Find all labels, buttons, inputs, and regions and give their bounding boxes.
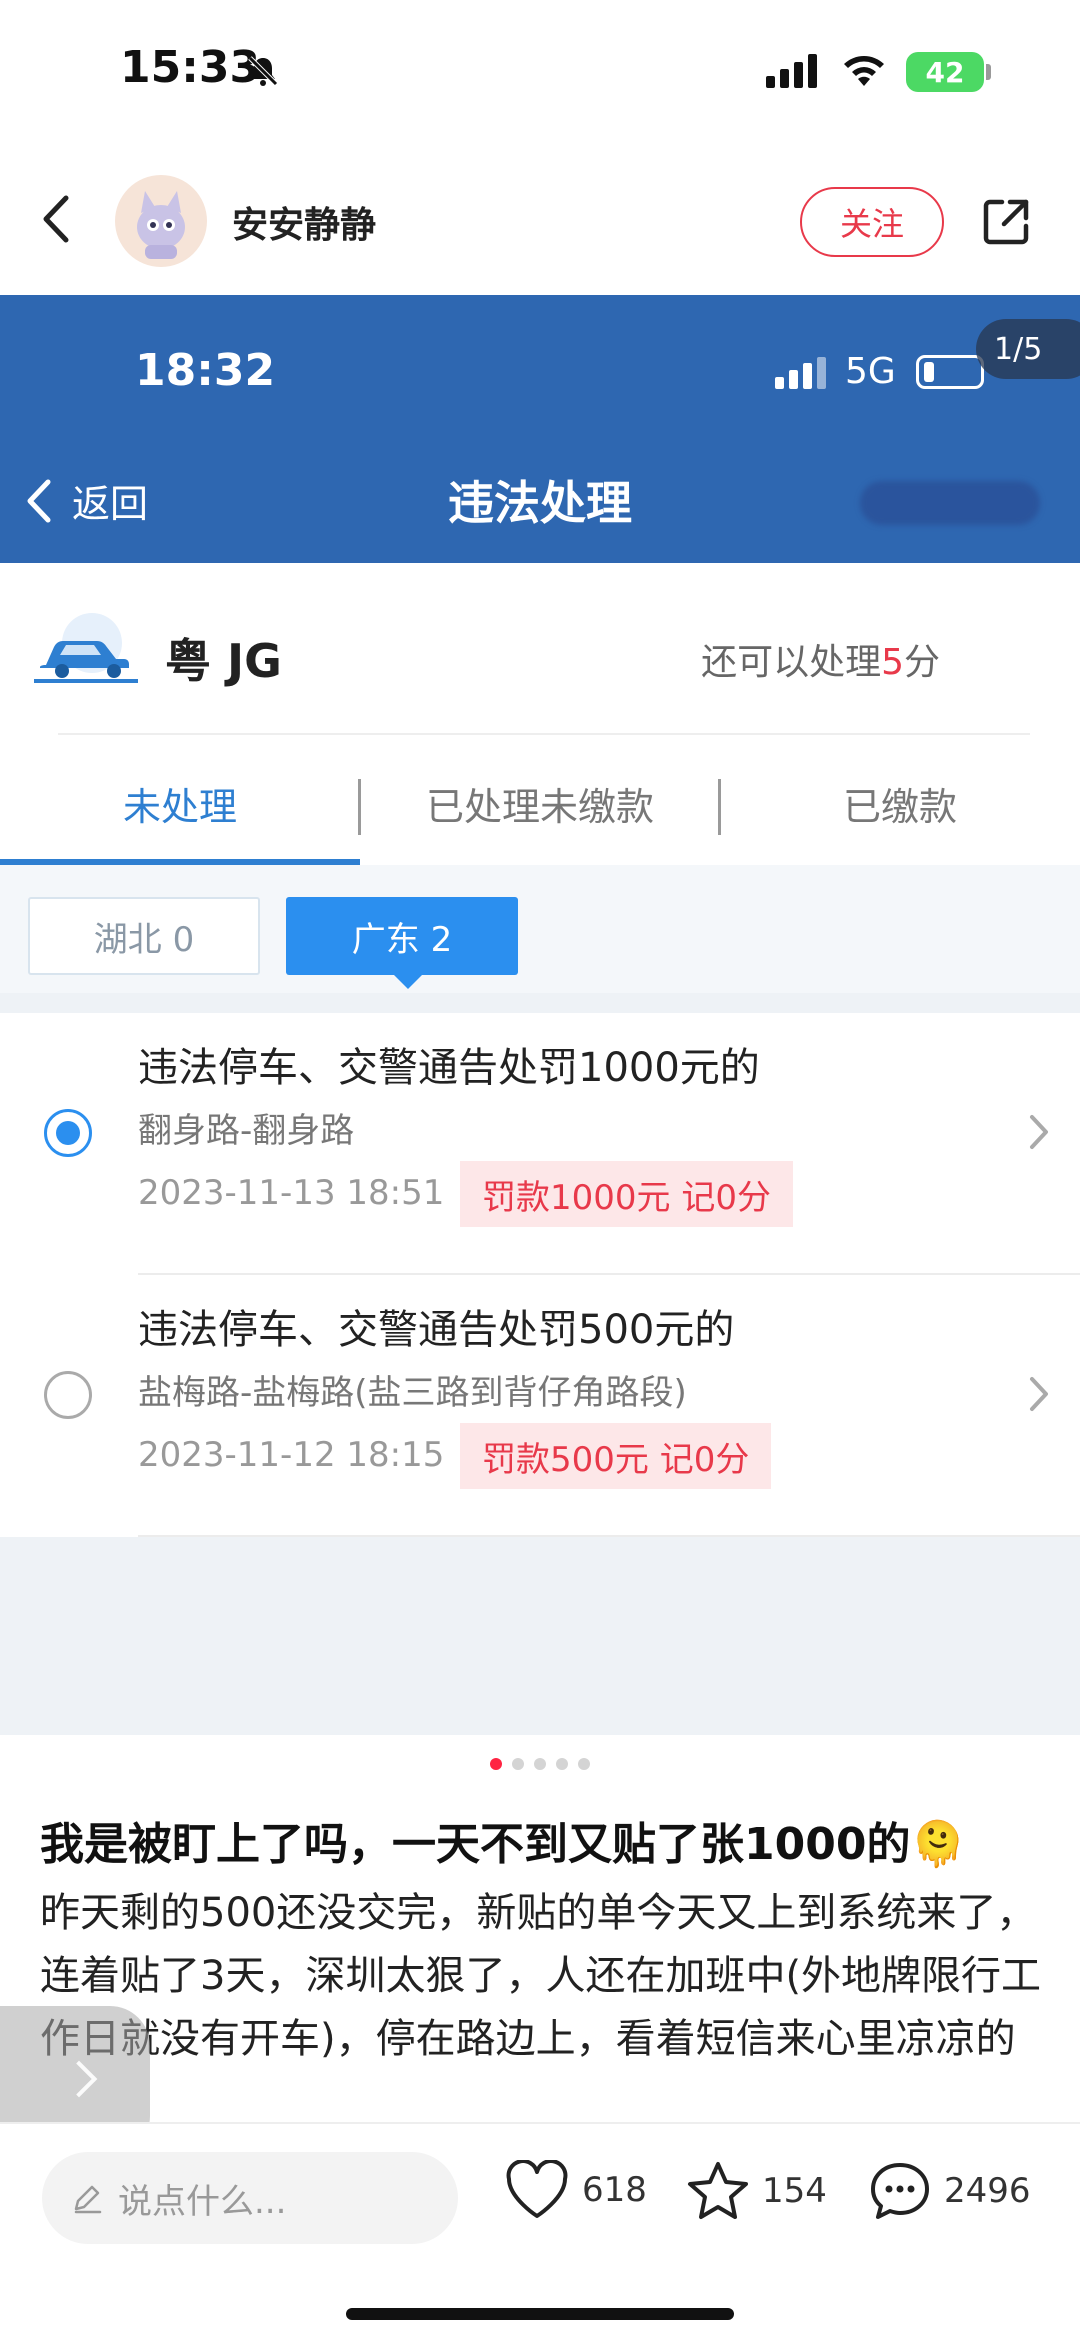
author-name[interactable]: 安安静静 [232, 196, 376, 248]
status-bar: 15:33 42 [0, 0, 1080, 150]
collect-button[interactable]: 154 [686, 2160, 827, 2222]
inner-signal-icon [775, 357, 829, 393]
province-filter: 湖北 0 广东 2 [0, 865, 1080, 993]
divider [138, 1535, 1080, 1537]
comment-placeholder: 说点什么... [118, 2181, 287, 2222]
heart-icon [506, 2160, 568, 2218]
post-body: 昨天剩的500还没交完，新贴的单今天又上到系统来了，连着贴了3天，深圳太狠了，人… [40, 1890, 1042, 2062]
remaining-suffix: 分 [903, 642, 940, 683]
violation-list: 违法停车、交警通告处罚1000元的 翻身路-翻身路 2023-11-13 18:… [0, 1013, 1080, 1537]
avatar[interactable] [115, 175, 207, 267]
violation-item: 违法停车、交警通告处罚1000元的 翻身路-翻身路 2023-11-13 18:… [0, 1013, 1080, 1275]
like-button[interactable]: 618 [504, 2160, 647, 2220]
violation-item: 违法停车、交警通告处罚500元的 盐梅路-盐梅路(盐三路到背仔角路段) 2023… [0, 1275, 1080, 1537]
license-plate: 粤 JG [165, 634, 282, 688]
remaining-points-value: 5 [881, 642, 904, 683]
comment-input[interactable]: 说点什么... [42, 2152, 458, 2244]
carousel-indicator [0, 1758, 1080, 1770]
cellular-signal-icon [766, 54, 822, 92]
inner-battery-icon [916, 355, 984, 389]
chevron-right-icon [1028, 1375, 1050, 1417]
status-time: 15:33 [120, 42, 261, 93]
violation-datetime: 2023-11-13 18:51 [138, 1173, 445, 1213]
inner-status-time: 18:32 [135, 345, 276, 396]
violation-title: 违法停车、交警通告处罚1000元的 [138, 1045, 760, 1091]
status-tabs: 未处理 已处理未缴款 已缴款 [0, 741, 1080, 865]
image-counter: 1/5 [976, 319, 1080, 379]
post-image[interactable]: 18:32 5G 1/5 返回 违法处理 粤 JG 还可以处理5分 未处理 已处… [0, 295, 1080, 1735]
remaining-points: 还可以处理5分 [701, 633, 940, 685]
province-guangdong: 广东 2 [286, 897, 518, 989]
battery-icon: 42 [906, 52, 984, 92]
share-icon[interactable] [980, 196, 1032, 252]
wifi-icon [840, 52, 888, 92]
carousel-dot [534, 1758, 546, 1770]
vehicle-row: 粤 JG 还可以处理5分 [0, 563, 1080, 741]
violation-datetime: 2023-11-12 18:15 [138, 1435, 445, 1475]
comment-count: 2496 [944, 2171, 1031, 2211]
violation-title: 违法停车、交警通告处罚500元的 [138, 1307, 735, 1353]
radio-unselected-icon [44, 1371, 92, 1419]
bell-muted-icon [246, 54, 280, 92]
carousel-dot-active [490, 1758, 502, 1770]
blurred-region [860, 481, 1040, 525]
radio-selected-icon [44, 1109, 92, 1157]
violation-location: 翻身路-翻身路 [138, 1111, 355, 1151]
carousel-dot [512, 1758, 524, 1770]
tab-paid: 已缴款 [842, 784, 957, 829]
star-icon [688, 2162, 748, 2219]
battery-tip [986, 64, 991, 80]
comment-button[interactable]: 2496 [868, 2160, 1031, 2222]
post-title: 我是被盯上了吗，一天不到又贴了张1000的🫠 [40, 1819, 966, 1870]
tab-unprocessed: 未处理 [0, 741, 360, 865]
post-header: 安安静静 关注 [0, 150, 1080, 295]
follow-button[interactable]: 关注 [800, 187, 944, 257]
back-icon[interactable] [40, 194, 70, 248]
divider [58, 733, 1030, 735]
inner-network-label: 5G [845, 351, 896, 392]
fine-badge: 罚款500元 记0分 [460, 1423, 772, 1489]
car-icon [30, 607, 140, 701]
province-hubei: 湖北 0 [28, 897, 260, 975]
bottom-action-bar: 说点什么... 618 154 2496 [0, 2122, 1080, 2341]
carousel-dot [556, 1758, 568, 1770]
chevron-right-icon [1028, 1113, 1050, 1155]
fine-badge: 罚款1000元 记0分 [460, 1161, 793, 1227]
pencil-icon [74, 2185, 102, 2214]
carousel-dot [578, 1758, 590, 1770]
remaining-prefix: 还可以处理 [701, 642, 882, 683]
inner-app-header: 18:32 5G 1/5 返回 违法处理 [0, 295, 1080, 563]
home-indicator [346, 2308, 734, 2320]
comment-bubble-icon [871, 2163, 929, 2219]
violation-location: 盐梅路-盐梅路(盐三路到背仔角路段) [138, 1373, 687, 1413]
battery-level: 42 [925, 55, 965, 89]
tab-processed-unpaid: 已处理未缴款 [425, 784, 654, 829]
collect-count: 154 [762, 2171, 827, 2211]
like-count: 618 [582, 2170, 647, 2210]
